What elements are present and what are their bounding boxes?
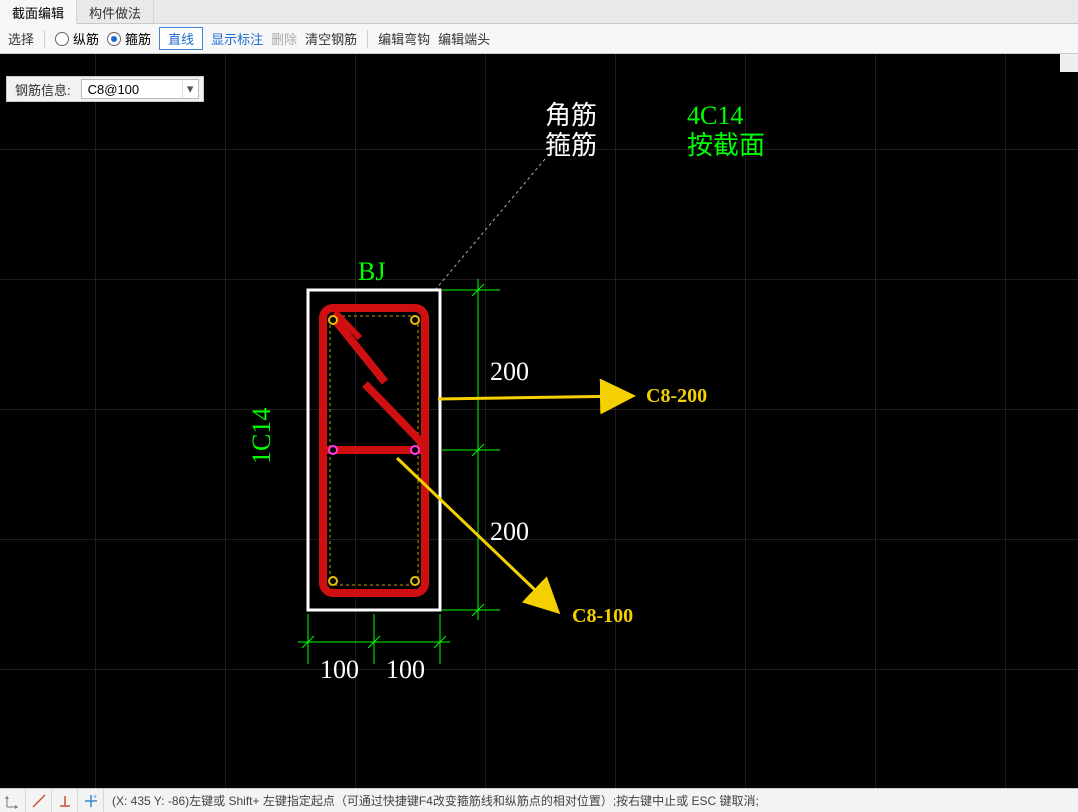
label-corner-rebar: 角筋 xyxy=(545,101,597,130)
callout-2-text: C8-100 xyxy=(572,605,633,627)
tab-component-method[interactable]: 构件做法 xyxy=(77,0,154,23)
dim-h2: 100 xyxy=(386,655,425,684)
dim-h1: 100 xyxy=(320,655,359,684)
status-icon-ucs[interactable] xyxy=(0,789,26,812)
straight-line-button[interactable]: 直线 xyxy=(159,27,203,50)
tabs-row: 截面编辑 构件做法 xyxy=(0,0,1078,24)
label-spec: 4C14 xyxy=(687,101,743,130)
radio-stirrup[interactable]: 箍筋 xyxy=(107,29,151,48)
tab-section-edit[interactable]: 截面编辑 xyxy=(0,0,77,24)
delete-link: 删除 xyxy=(271,29,297,48)
canvas-area[interactable]: 角筋 箍筋 4C14 按截面 BJ xyxy=(0,54,1078,788)
status-icon-cross[interactable]: + xyxy=(78,789,104,812)
scroll-corner xyxy=(1060,54,1078,72)
rebar-info-input[interactable] xyxy=(82,80,182,98)
rebar-info-combo[interactable]: ▾ xyxy=(81,79,199,99)
status-bar: + (X: 435 Y: -86)左键或 Shift+ 左键指定起点（可通过快捷… xyxy=(0,788,1078,812)
status-message: (X: 435 Y: -86)左键或 Shift+ 左键指定起点（可通过快捷键F… xyxy=(104,792,759,809)
radio-stirrup-label: 箍筋 xyxy=(125,29,151,48)
callout-1-text: C8-200 xyxy=(646,385,707,407)
edit-hook-link[interactable]: 编辑弯钩 xyxy=(378,29,430,48)
radio-icon xyxy=(107,32,121,46)
show-annotation-link[interactable]: 显示标注 xyxy=(211,29,263,48)
label-by-section: 按截面 xyxy=(687,131,765,160)
dropdown-arrow-icon[interactable]: ▾ xyxy=(182,80,198,98)
callout-arrow-1 xyxy=(438,396,630,399)
drawing-overlay: 角筋 箍筋 4C14 按截面 BJ xyxy=(0,54,1078,788)
rebar-info-label: 钢筋信息: xyxy=(11,80,75,99)
label-bj: BJ xyxy=(358,257,385,286)
edit-end-link[interactable]: 编辑端头 xyxy=(438,29,490,48)
clear-rebar-link[interactable]: 清空钢筋 xyxy=(305,29,357,48)
label-side: 1C14 xyxy=(247,408,276,464)
separator xyxy=(367,30,368,48)
separator xyxy=(44,30,45,48)
rebar-info-bar: 钢筋信息: ▾ xyxy=(6,76,204,102)
select-label: 选择 xyxy=(8,29,34,48)
radio-icon xyxy=(55,32,69,46)
dim-v2: 200 xyxy=(490,517,529,546)
main-toolbar: 选择 纵筋 箍筋 直线 显示标注 删除 清空钢筋 编辑弯钩 编辑端头 xyxy=(0,24,1078,54)
radio-longitudinal-label: 纵筋 xyxy=(73,29,99,48)
status-icon-ortho[interactable] xyxy=(26,789,52,812)
vertical-dimension xyxy=(442,279,500,620)
dim-v1: 200 xyxy=(490,357,529,386)
radio-longitudinal[interactable]: 纵筋 xyxy=(55,29,99,48)
svg-text:+: + xyxy=(93,794,97,801)
label-stirrup-rebar: 箍筋 xyxy=(545,131,597,160)
status-icon-perp[interactable] xyxy=(52,789,78,812)
